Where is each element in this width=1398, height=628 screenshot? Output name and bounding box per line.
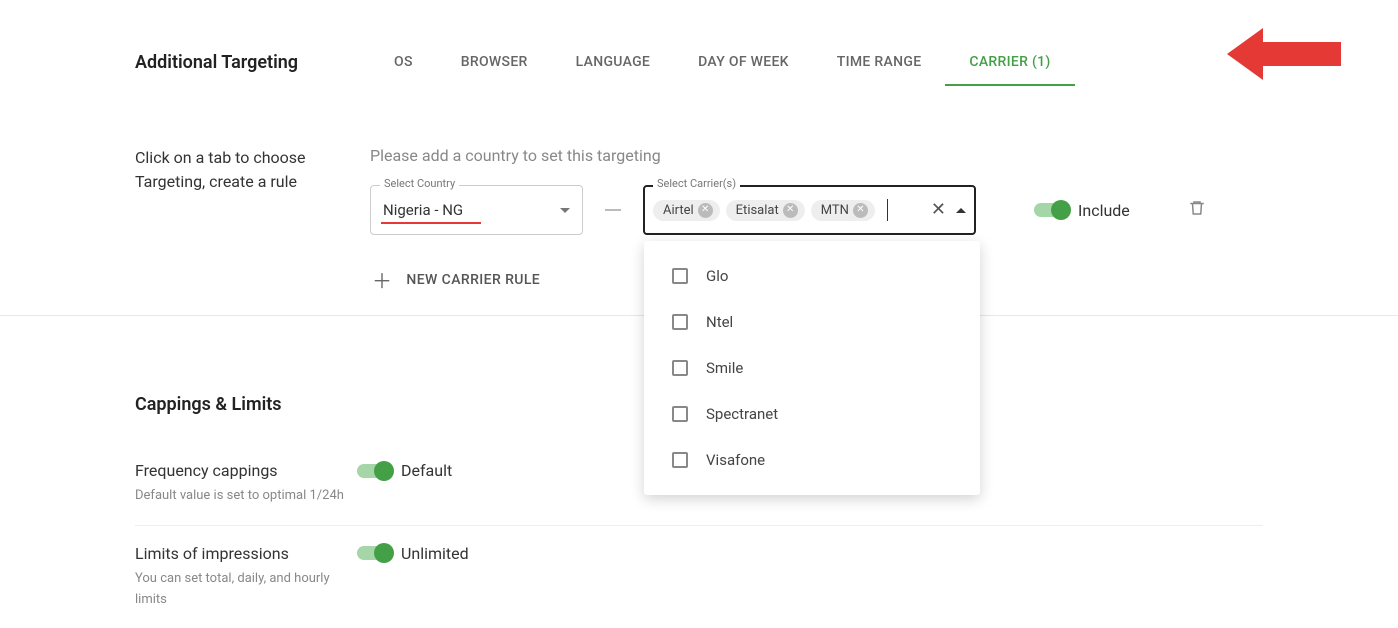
option-label: Visafone	[706, 451, 765, 469]
option-label: Ntel	[706, 313, 733, 331]
carrier-option-glo[interactable]: Glo	[644, 253, 980, 299]
checkbox-icon[interactable]	[672, 452, 688, 468]
clear-all-icon[interactable]: ✕	[931, 201, 946, 219]
left-helper-text: Click on a tab to choose Targeting, crea…	[135, 146, 370, 194]
country-select[interactable]: Nigeria - NG	[370, 185, 583, 235]
tab-day-of-week[interactable]: DAY OF WEEK	[674, 40, 813, 86]
checkbox-icon[interactable]	[672, 268, 688, 284]
frequency-cappings-sub: Default value is set to optimal 1/24h	[135, 486, 357, 507]
chip-label: Etisalat	[736, 203, 779, 218]
chip-remove-icon[interactable]: ✕	[853, 203, 868, 218]
carrier-dropdown: Glo Ntel Smile	[644, 241, 980, 495]
include-label: Include	[1078, 201, 1130, 220]
impressions-sub: You can set total, daily, and hourly lim…	[135, 569, 357, 611]
chip-remove-icon[interactable]: ✕	[698, 203, 713, 218]
carrier-multiselect[interactable]: Airtel ✕ Etisalat ✕ MTN ✕	[643, 185, 976, 235]
toggle-knob	[374, 543, 394, 563]
checkbox-icon[interactable]	[672, 360, 688, 376]
chevron-up-icon[interactable]	[956, 208, 966, 213]
rule-separator	[605, 209, 621, 211]
annotation-underline	[381, 222, 481, 224]
carrier-option-ntel[interactable]: Ntel	[644, 299, 980, 345]
tab-language[interactable]: LANGUAGE	[552, 40, 674, 86]
toggle-knob	[374, 461, 394, 481]
include-toggle[interactable]	[1034, 203, 1068, 217]
checkbox-icon[interactable]	[672, 406, 688, 422]
left-helper-line2: Targeting, create a rule	[135, 172, 297, 191]
additional-targeting-heading: Additional Targeting	[135, 40, 370, 73]
checkbox-icon[interactable]	[672, 314, 688, 330]
country-select-value: Nigeria - NG	[383, 201, 463, 219]
frequency-toggle[interactable]	[357, 464, 391, 478]
top-helper-text: Please add a country to set this targeti…	[370, 146, 1263, 165]
new-rule-label: NEW CARRIER RULE	[406, 272, 540, 288]
impressions-toggle-label: Unlimited	[401, 544, 469, 563]
carrier-option-spectranet[interactable]: Spectranet	[644, 391, 980, 437]
option-label: Spectranet	[706, 405, 778, 423]
carrier-field-label: Select Carrier(s)	[653, 177, 740, 190]
carrier-chip-etisalat: Etisalat ✕	[726, 200, 805, 221]
trash-icon	[1188, 199, 1206, 217]
tab-carrier[interactable]: CARRIER (1)	[945, 40, 1074, 86]
tab-os[interactable]: OS	[370, 40, 437, 86]
carrier-option-visafone[interactable]: Visafone	[644, 437, 980, 483]
chip-remove-icon[interactable]: ✕	[783, 203, 798, 218]
carrier-option-smile[interactable]: Smile	[644, 345, 980, 391]
toggle-knob	[1051, 200, 1071, 220]
plus-icon: ＋	[372, 265, 392, 294]
delete-rule-button[interactable]	[1188, 199, 1206, 221]
option-label: Smile	[706, 359, 743, 377]
left-helper-line1: Click on a tab to choose	[135, 148, 306, 167]
carrier-chip-airtel: Airtel ✕	[653, 200, 720, 221]
frequency-cappings-label: Frequency cappings	[135, 461, 357, 480]
targeting-tabs: OS BROWSER LANGUAGE DAY OF WEEK TIME RAN…	[370, 40, 1263, 86]
carrier-chip-mtn: MTN ✕	[811, 200, 875, 221]
tab-browser[interactable]: BROWSER	[437, 40, 552, 86]
impressions-toggle[interactable]	[357, 546, 391, 560]
chip-label: Airtel	[663, 203, 694, 218]
country-field-label: Select Country	[380, 177, 459, 190]
option-label: Glo	[706, 267, 728, 285]
frequency-toggle-label: Default	[401, 461, 452, 480]
impressions-label: Limits of impressions	[135, 544, 357, 563]
chevron-down-icon	[560, 208, 570, 213]
text-cursor	[887, 199, 888, 221]
tab-time-range[interactable]: TIME RANGE	[813, 40, 946, 86]
chip-label: MTN	[821, 203, 849, 218]
